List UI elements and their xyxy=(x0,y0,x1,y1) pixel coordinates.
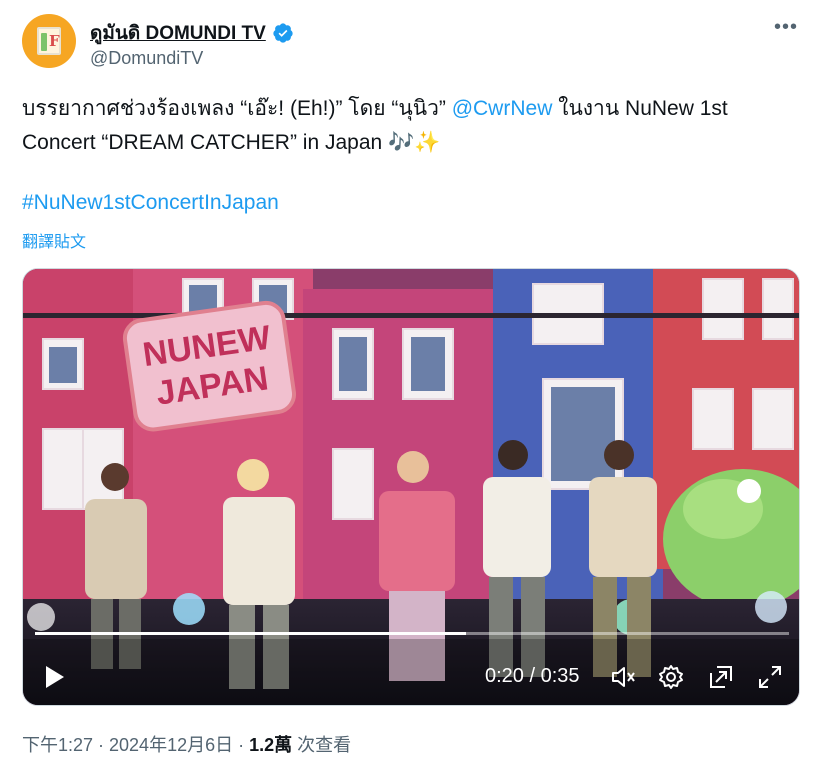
author-display-name[interactable]: ดูมันดิ DOMUNDI TV xyxy=(90,18,266,48)
tweet-timestamp[interactable]: 下午1:27 · 2024年12月6日 · xyxy=(22,735,249,755)
mention-link[interactable]: @CwrNew xyxy=(452,97,553,120)
picture-in-picture-icon[interactable] xyxy=(707,663,735,691)
video-frame: NUNEW JAPAN xyxy=(23,269,799,705)
fullscreen-icon[interactable] xyxy=(756,663,784,691)
view-count-label: 次查看 xyxy=(292,735,352,755)
author-name-row: ดูมันดิ DOMUNDI TV xyxy=(90,18,294,48)
video-progress-fill xyxy=(35,632,466,635)
hashtag-link[interactable]: #NuNew1stConcertInJapan xyxy=(22,191,279,215)
verified-badge-icon xyxy=(273,23,293,43)
video-player[interactable]: NUNEW JAPAN 0:20 / 0:35 xyxy=(22,268,800,706)
settings-gear-icon[interactable] xyxy=(657,663,685,691)
domundi-logo-icon: F xyxy=(37,27,61,55)
tweet-text-part1: บรรยากาศช่วงร้องเพลง “เอ๊ะ! (Eh!)” โดย “… xyxy=(22,97,452,120)
tweet-text: บรรยากาศช่วงร้องเพลง “เอ๊ะ! (Eh!)” โดย “… xyxy=(22,92,802,160)
author-avatar[interactable]: F xyxy=(22,14,76,68)
view-count: 1.2萬 xyxy=(249,735,293,755)
video-progress-bar[interactable] xyxy=(35,632,789,635)
author-handle[interactable]: @DomundiTV xyxy=(90,48,203,69)
tweet-meta: 下午1:27 · 2024年12月6日 · 1.2萬 次查看 xyxy=(22,731,351,757)
play-icon[interactable] xyxy=(39,662,69,692)
more-options-icon[interactable]: ••• xyxy=(774,16,798,39)
translate-post-link[interactable]: 翻譯貼文 xyxy=(22,228,86,252)
video-time-display: 0:20 / 0:35 xyxy=(485,665,580,687)
volume-muted-icon[interactable] xyxy=(609,663,637,691)
